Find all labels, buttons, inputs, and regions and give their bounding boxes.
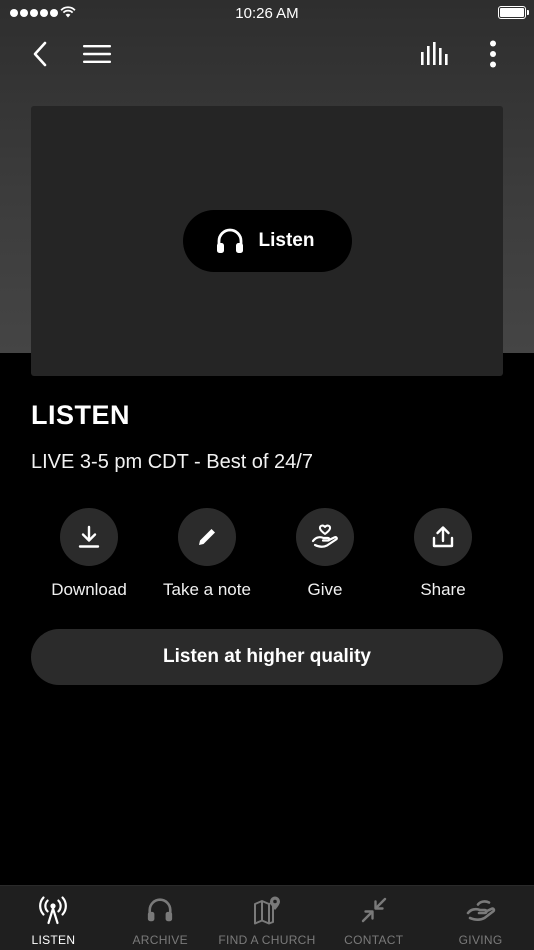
download-action[interactable]: Download (30, 508, 148, 600)
equalizer-icon (421, 42, 448, 65)
tab-archive-label: ARCHIVE (132, 933, 188, 947)
take-note-action[interactable]: Take a note (148, 508, 266, 600)
giving-hand-icon (466, 900, 495, 921)
give-label: Give (307, 580, 343, 599)
listen-button-label: Listen (258, 230, 315, 251)
tab-listen-label: LISTEN (31, 933, 76, 947)
tab-contact[interactable]: CONTACT (320, 886, 427, 950)
back-button[interactable] (22, 36, 58, 72)
give-button[interactable] (296, 508, 354, 566)
share-button[interactable] (414, 508, 472, 566)
headphones-icon (148, 898, 173, 922)
tab-bar: LISTEN ARCHIVE FIND A CHURCH CONTACT GIV… (0, 885, 534, 950)
share-action[interactable]: Share (384, 508, 502, 600)
pencil-icon (199, 529, 215, 545)
battery-icon (498, 6, 529, 19)
contact-arrows-icon (361, 897, 386, 923)
tab-contact-label: CONTACT (344, 933, 404, 947)
give-action[interactable]: Give (266, 508, 384, 600)
broadcast-subtitle: LIVE 3-5 pm CDT - Best of 24/7 (31, 451, 313, 473)
listen-button[interactable]: Listen (183, 210, 352, 272)
tab-find-a-church[interactable]: FIND A CHURCH (214, 886, 321, 950)
download-icon (78, 525, 100, 548)
take-note-label: Take a note (163, 580, 251, 599)
download-button[interactable] (60, 508, 118, 566)
tab-find-a-church-label: FIND A CHURCH (218, 933, 316, 947)
share-icon (432, 526, 454, 548)
menu-button[interactable] (78, 36, 116, 72)
page-title: LISTEN (31, 400, 131, 430)
headphones-icon (216, 228, 243, 253)
status-time: 10:26 AM (235, 5, 299, 22)
action-row: Download Take a note Give Share (30, 508, 504, 600)
download-label: Download (51, 580, 127, 599)
tab-giving[interactable]: GIVING (427, 886, 534, 950)
higher-quality-button[interactable]: Listen at higher quality (31, 629, 503, 685)
take-note-button[interactable] (178, 508, 236, 566)
map-pin-icon (253, 896, 280, 925)
tab-archive[interactable]: ARCHIVE (107, 886, 214, 950)
back-icon (33, 41, 47, 67)
hamburger-menu-icon (83, 45, 111, 63)
more-options-button[interactable] (478, 36, 508, 72)
more-vertical-icon (490, 40, 496, 68)
equalizer-button[interactable] (416, 36, 456, 72)
tab-giving-label: GIVING (458, 933, 503, 947)
player-card: Listen (31, 106, 503, 376)
tab-listen[interactable]: LISTEN (0, 886, 107, 950)
giving-hand-icon (311, 524, 338, 548)
share-label: Share (420, 580, 466, 599)
broadcast-icon (39, 896, 68, 925)
status-bar: 10:26 AM (0, 0, 534, 28)
